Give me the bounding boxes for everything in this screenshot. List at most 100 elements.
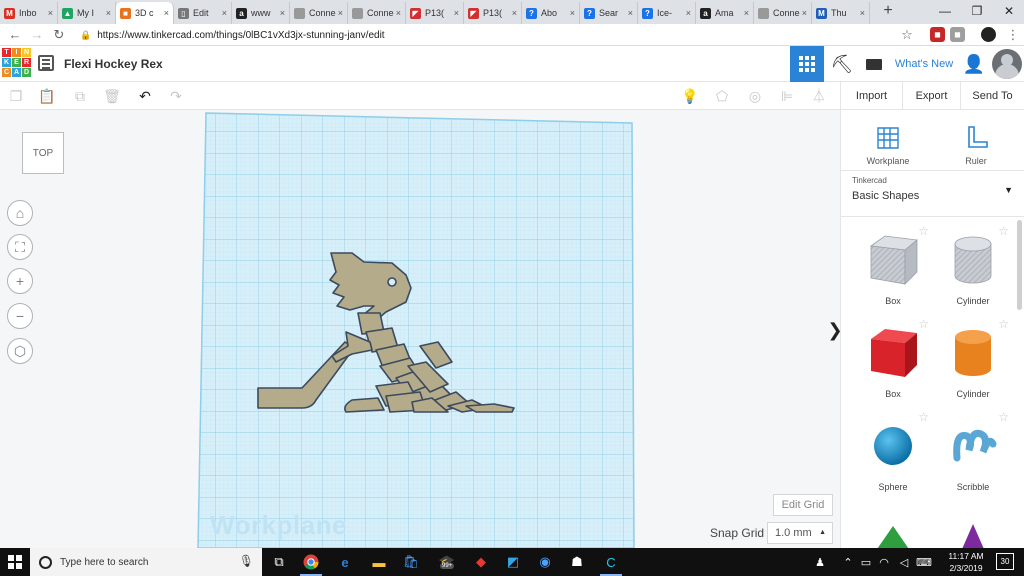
close-tab-icon[interactable]: × — [628, 8, 633, 18]
favorite-star-icon[interactable]: ☆ — [998, 317, 1009, 331]
edit-grid-button[interactable]: Edit Grid — [773, 494, 833, 516]
robot-app-icon[interactable]: ☗ — [562, 550, 592, 574]
url-field[interactable]: 🔒 https://www.tinkercad.com/things/0lBC1… — [80, 26, 920, 44]
browser-tab[interactable]: ■ 3D c × — [116, 2, 174, 24]
view-cube[interactable]: TOP — [22, 132, 64, 174]
chrome-taskbar-icon[interactable] — [296, 550, 326, 576]
lightbulb-icon[interactable]: 💡 — [679, 86, 701, 106]
keyboard-icon[interactable]: ⌨ — [916, 548, 932, 576]
cyan-app-icon[interactable]: C — [596, 550, 626, 576]
browser-tab[interactable]: Connect× — [754, 2, 812, 24]
windows-start-icon[interactable] — [0, 548, 30, 576]
shape-tile-cylinder[interactable]: ☆ Cylinder — [933, 317, 1013, 403]
zoom-in-icon[interactable]: + — [7, 268, 33, 294]
shape-tile-partial-purple[interactable] — [933, 504, 1013, 548]
close-tab-icon[interactable]: × — [280, 8, 285, 18]
zoom-out-icon[interactable]: − — [7, 303, 33, 329]
perspective-cube-icon[interactable]: ⬡ — [7, 338, 33, 364]
store-icon[interactable]: 🛍 — [396, 550, 426, 574]
new-tab-button[interactable]: + — [876, 0, 900, 22]
close-tab-icon[interactable]: × — [454, 8, 459, 18]
workplane-tool[interactable]: Workplane — [853, 118, 923, 166]
question-app-icon[interactable]: ◉ — [530, 550, 560, 574]
browser-tab[interactable]: ? Sear × — [580, 2, 638, 24]
browser-tab[interactable]: ? Abo × — [522, 2, 580, 24]
avatar[interactable] — [992, 49, 1022, 79]
copy-icon[interactable]: ❐ — [5, 86, 27, 106]
browser-menu-icon[interactable]: ⋮ — [1002, 24, 1024, 46]
close-tab-icon[interactable]: × — [860, 8, 865, 18]
browser-tab[interactable]: ◤ P13(× — [464, 2, 522, 24]
shape-tile-scribble[interactable]: ☆ Scribble — [933, 410, 1013, 496]
reload-icon[interactable]: ↻ — [48, 24, 70, 46]
battery-icon[interactable]: ▭ — [858, 548, 874, 576]
extension-red-icon[interactable]: ◼ — [930, 27, 945, 42]
group-icon[interactable]: ⬠ — [711, 86, 733, 106]
favorite-star-icon[interactable]: ☆ — [918, 410, 929, 424]
design-list-icon[interactable] — [38, 55, 54, 71]
redo-icon[interactable]: ↷ — [165, 86, 187, 106]
paste-icon[interactable]: 📋 — [36, 86, 58, 106]
bricks-icon[interactable] — [860, 46, 888, 82]
teams-icon[interactable]: 🎓 — [432, 550, 462, 574]
maximize-icon[interactable]: ❐ — [961, 0, 993, 22]
extension-grey-icon[interactable]: ◼ — [950, 27, 965, 42]
edge-taskbar-icon[interactable]: e — [330, 550, 360, 574]
shape-tile-cylinder-hole[interactable]: ☆ Cylinder — [933, 224, 1013, 310]
notifications-icon[interactable]: 30 — [996, 553, 1014, 570]
tray-up-icon[interactable]: ⌃ — [840, 548, 856, 576]
panel-scrollbar[interactable] — [1017, 220, 1022, 310]
browser-tab[interactable]: ▲ My I × — [58, 2, 116, 24]
browser-tab[interactable]: ? Ice- × — [638, 2, 696, 24]
close-window-icon[interactable]: ✕ — [993, 0, 1024, 22]
import-button[interactable]: Import — [840, 82, 902, 110]
wifi-icon[interactable]: ◠ — [876, 548, 892, 576]
people-icon[interactable]: ♟ — [810, 548, 830, 576]
browser-tab[interactable]: Connect× — [348, 2, 406, 24]
shape-tile-box-hole[interactable]: ☆ Box — [853, 224, 933, 310]
volume-icon[interactable]: ◁ — [896, 548, 912, 576]
browser-tab[interactable]: M Inbo × — [0, 2, 58, 24]
favorite-star-icon[interactable]: ☆ — [918, 317, 929, 331]
duplicate-icon[interactable]: ⧉ — [69, 86, 91, 106]
close-tab-icon[interactable]: × — [106, 8, 111, 18]
bookmark-star-icon[interactable]: ☆ — [896, 24, 918, 46]
back-arrow-icon[interactable]: ← — [4, 24, 26, 46]
send-to-button[interactable]: Send To — [960, 82, 1024, 110]
shape-tile-partial-green[interactable] — [853, 504, 933, 548]
browser-tab[interactable]: ◤ P13(× — [406, 2, 464, 24]
blue-app-icon[interactable]: ◩ — [498, 550, 528, 574]
red-app-icon[interactable]: ◆ — [466, 550, 496, 574]
close-tab-icon[interactable]: × — [802, 8, 807, 18]
favorite-star-icon[interactable]: ☆ — [998, 224, 1009, 238]
browser-tab[interactable]: a www × — [232, 2, 290, 24]
collapse-panel-chevron-icon[interactable]: ❯ — [827, 310, 840, 350]
favorite-star-icon[interactable]: ☆ — [918, 224, 929, 238]
close-tab-icon[interactable]: × — [570, 8, 575, 18]
align-icon[interactable]: ⊫ — [776, 86, 798, 106]
file-explorer-icon[interactable]: ▬ — [364, 550, 394, 574]
browser-tab[interactable]: M Thu × — [812, 2, 870, 24]
microphone-icon[interactable]: 🎙 — [239, 554, 254, 568]
3d-view-grid-icon[interactable] — [790, 46, 824, 82]
shape-tile-sphere[interactable]: ☆ Sphere — [853, 410, 933, 496]
workplane-grid[interactable] — [0, 110, 840, 548]
undo-icon[interactable]: ↶ — [134, 86, 156, 106]
ruler-tool[interactable]: Ruler — [941, 118, 1011, 166]
taskbar-search-box[interactable]: Type here to search 🎙 — [30, 548, 262, 576]
browser-tab[interactable]: ▯ Edit × — [174, 2, 232, 24]
trash-icon[interactable]: 🗑 — [101, 86, 123, 106]
add-user-icon[interactable]: 👤 — [960, 46, 988, 82]
minimize-icon[interactable]: — — [929, 0, 961, 22]
close-tab-icon[interactable]: × — [48, 8, 53, 18]
tinkercad-logo[interactable]: TIN KER CAD — [2, 48, 31, 77]
ungroup-icon[interactable]: ◎ — [744, 86, 766, 106]
export-button[interactable]: Export — [902, 82, 960, 110]
forward-arrow-icon[interactable]: → — [26, 24, 48, 46]
taskbar-clock[interactable]: 11:17 AM 2/3/2019 — [940, 550, 992, 574]
mirror-icon[interactable]: ⏃ — [808, 86, 830, 106]
design-title[interactable]: Flexi Hockey Rex — [64, 57, 163, 71]
task-view-icon[interactable]: ⧉ — [264, 550, 294, 574]
home-view-icon[interactable]: ⌂ — [7, 200, 33, 226]
close-tab-icon[interactable]: × — [396, 8, 401, 18]
